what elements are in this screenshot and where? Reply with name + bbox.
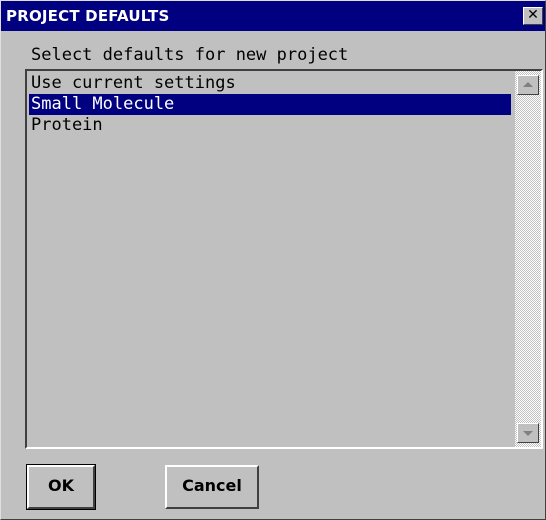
defaults-listbox[interactable]: Use current settings Small Molecule Prot…	[25, 69, 543, 449]
ok-button[interactable]: OK	[26, 464, 96, 510]
project-defaults-dialog: PROJECT DEFAULTS ✕ Select defaults for n…	[0, 0, 546, 520]
prompt-label: Select defaults for new project	[31, 45, 349, 65]
listbox-items: Use current settings Small Molecule Prot…	[29, 73, 511, 136]
list-item[interactable]: Small Molecule	[29, 94, 511, 115]
scroll-down-button[interactable]	[517, 423, 539, 443]
scroll-up-button[interactable]	[517, 75, 539, 95]
close-button[interactable]: ✕	[523, 7, 543, 25]
vertical-scrollbar[interactable]	[515, 71, 541, 447]
title-bar[interactable]: PROJECT DEFAULTS ✕	[1, 1, 545, 31]
arrow-up-icon	[523, 82, 533, 87]
cancel-button[interactable]: Cancel	[165, 465, 259, 509]
arrow-down-icon	[523, 431, 533, 436]
list-item[interactable]: Protein	[29, 115, 511, 136]
dialog-title: PROJECT DEFAULTS	[6, 7, 170, 25]
list-item[interactable]: Use current settings	[29, 73, 511, 94]
close-icon: ✕	[527, 7, 539, 23]
